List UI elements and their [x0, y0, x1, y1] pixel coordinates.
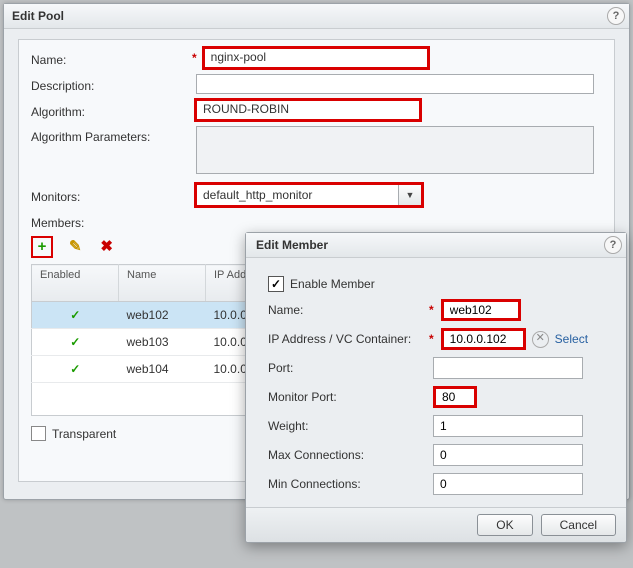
delete-icon[interactable]: ✖	[98, 238, 116, 256]
col-enabled[interactable]: Enabled	[32, 265, 119, 302]
cell-name: web104	[119, 356, 206, 383]
monitors-value: default_http_monitor	[197, 185, 398, 205]
checkmark-icon: ✓	[32, 302, 119, 329]
edit-member-titlebar: Edit Member ?	[246, 233, 626, 258]
label-member-weight: Weight:	[268, 419, 433, 433]
edit-member-body: ✓ Enable Member Name: * IP Address / VC …	[246, 258, 626, 510]
member-port-input[interactable]	[433, 357, 583, 379]
label-member-name: Name:	[268, 303, 433, 317]
description-input[interactable]	[196, 74, 594, 94]
cancel-button[interactable]: Cancel	[541, 514, 616, 536]
help-icon[interactable]: ?	[604, 236, 622, 254]
member-monitor-port-input[interactable]	[433, 386, 477, 408]
member-button-bar: OK Cancel	[246, 507, 626, 542]
edit-pool-title: Edit Pool	[12, 9, 64, 23]
transparent-checkbox[interactable]	[31, 426, 46, 441]
label-transparent: Transparent	[52, 427, 116, 441]
label-member-monitor-port: Monitor Port:	[268, 390, 433, 404]
help-icon[interactable]: ?	[607, 7, 625, 25]
member-weight-input[interactable]	[433, 415, 583, 437]
label-member-port: Port:	[268, 361, 433, 375]
checkmark-icon: ✓	[32, 356, 119, 383]
clear-icon[interactable]: ✕	[532, 331, 549, 348]
required-marker: *	[429, 303, 434, 317]
member-max-conn-input[interactable]	[433, 444, 583, 466]
label-member-min-conn: Min Connections:	[268, 477, 433, 491]
chevron-down-icon[interactable]: ▼	[398, 185, 421, 205]
label-monitors: Monitors:	[31, 186, 196, 204]
enable-member-checkbox[interactable]: ✓	[268, 276, 284, 292]
ok-button[interactable]: OK	[477, 514, 532, 536]
monitors-dropdown[interactable]: default_http_monitor ▼	[196, 184, 422, 206]
edit-pool-titlebar: Edit Pool ?	[4, 4, 629, 29]
label-enable-member: Enable Member	[290, 277, 375, 291]
col-name[interactable]: Name	[119, 265, 206, 302]
member-min-conn-input[interactable]	[433, 473, 583, 495]
edit-icon[interactable]: ✎	[66, 238, 84, 256]
label-member-ip: IP Address / VC Container:	[268, 332, 433, 346]
label-name: Name:	[31, 49, 196, 67]
member-ip-input[interactable]	[441, 328, 526, 350]
label-member-max-conn: Max Connections:	[268, 448, 433, 462]
required-marker: *	[429, 332, 434, 346]
add-icon[interactable]: +	[31, 236, 53, 258]
label-algorithm-params: Algorithm Parameters:	[31, 126, 196, 144]
edit-member-title: Edit Member	[256, 238, 328, 252]
label-description: Description:	[31, 75, 196, 93]
checkmark-icon: ✓	[32, 329, 119, 356]
label-algorithm: Algorithm:	[31, 101, 196, 119]
required-marker: *	[192, 51, 197, 65]
edit-member-dialog: Edit Member ? ✓ Enable Member Name: * IP…	[245, 232, 627, 543]
algorithm-input[interactable]: ROUND-ROBIN	[196, 100, 420, 120]
label-members: Members:	[31, 212, 196, 230]
cell-name: web102	[119, 302, 206, 329]
algorithm-params-input[interactable]	[196, 126, 594, 174]
member-name-input[interactable]	[441, 299, 521, 321]
select-link[interactable]: Select	[555, 332, 588, 346]
name-input[interactable]: nginx-pool	[204, 48, 428, 68]
cell-name: web103	[119, 329, 206, 356]
